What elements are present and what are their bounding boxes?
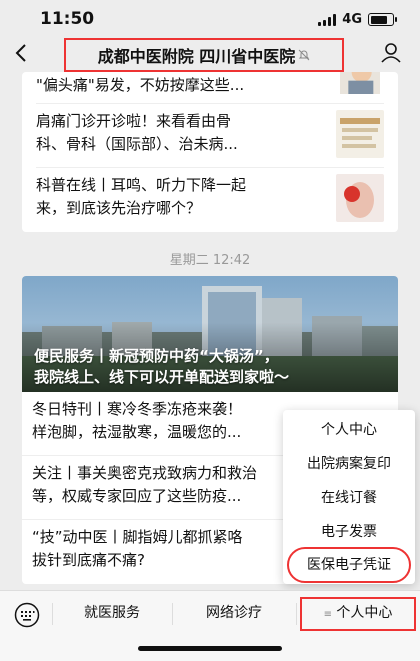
- hero-article[interactable]: 便民服务丨新冠预防中药“大锅汤”， 我院线上、线下可以开单配送到家啦～: [22, 276, 398, 392]
- article-thumbnail: [340, 72, 380, 94]
- profile-icon[interactable]: [380, 42, 402, 64]
- article-thumbnail: [336, 174, 384, 222]
- title-highlight-box: 成都中医附院 四川省中医院: [64, 38, 344, 72]
- battery-icon: [368, 13, 397, 26]
- page-title: 成都中医附院 四川省中医院: [97, 47, 296, 66]
- article-title: 关注丨事关奥密克戎致病力和救治 等，权威专家回应了这些防疫...: [32, 464, 258, 505]
- home-indicator: [138, 646, 282, 651]
- article-title: “技”动中医丨脚指姆儿都抓紧咯 拔针到底痛不痛?: [32, 528, 243, 569]
- tab-online-consultation[interactable]: 网络诊疗: [174, 591, 294, 635]
- hero-title: 便民服务丨新冠预防中药“大锅汤”， 我院线上、线下可以开单配送到家啦～: [34, 347, 290, 386]
- mute-bell-icon: [298, 49, 310, 61]
- article-title: 冬日特刊丨寒冷冬季冻疮来袭！ 样泡脚，祛湿散寒，温暖您的...: [32, 400, 243, 441]
- tab-highlight-box: [300, 597, 416, 631]
- article-title: "偏头痛"易发，不妨按摩这些...: [36, 76, 245, 94]
- tab-divider: [296, 603, 297, 625]
- tab-medical-services[interactable]: 就医服务: [54, 591, 170, 635]
- menu-item-personal-center[interactable]: 个人中心: [283, 412, 415, 448]
- article-item[interactable]: "偏头痛"易发，不妨按摩这些...: [36, 72, 384, 104]
- article-thumbnail: [336, 110, 384, 158]
- menu-item-medical-record-copy[interactable]: 出院病案复印: [283, 446, 415, 482]
- keyboard-icon[interactable]: [14, 602, 40, 628]
- back-button[interactable]: [14, 38, 36, 68]
- tab-divider: [52, 603, 53, 625]
- article-item[interactable]: 肩痛门诊开诊啦！来看看由骨 科、骨科（国际部）、治未病...: [36, 104, 384, 168]
- message-timestamp: 星期二 12:42: [169, 253, 251, 268]
- nav-bar: 成都中医附院 四川省中医院: [0, 38, 420, 72]
- news-card-1: "偏头痛"易发，不妨按摩这些... 肩痛门诊开诊啦！来看看由骨 科、骨科（国际部…: [22, 72, 398, 232]
- menu-item-e-invoice[interactable]: 电子发票: [283, 514, 415, 550]
- personal-center-menu: 个人中心 出院病案复印 在线订餐 电子发票 医保电子凭证: [283, 410, 415, 584]
- article-title: 肩痛门诊开诊啦！来看看由骨 科、骨科（国际部）、治未病...: [36, 112, 238, 153]
- status-indicators: 4G: [318, 12, 397, 27]
- chevron-left-icon: [15, 44, 26, 62]
- article-title: 科普在线丨耳鸣、听力下降一起 来，到底该先治疗哪个？: [36, 176, 247, 217]
- status-time: 11:50: [40, 9, 95, 29]
- menu-highlight-circle: [287, 547, 411, 583]
- network-type: 4G: [342, 12, 362, 27]
- menu-item-online-meal-order[interactable]: 在线订餐: [283, 480, 415, 516]
- status-bar: 11:50 4G: [0, 0, 420, 38]
- article-item[interactable]: 科普在线丨耳鸣、听力下降一起 来，到底该先治疗哪个？: [36, 168, 384, 232]
- signal-icon: [318, 13, 337, 26]
- tab-divider: [172, 603, 173, 625]
